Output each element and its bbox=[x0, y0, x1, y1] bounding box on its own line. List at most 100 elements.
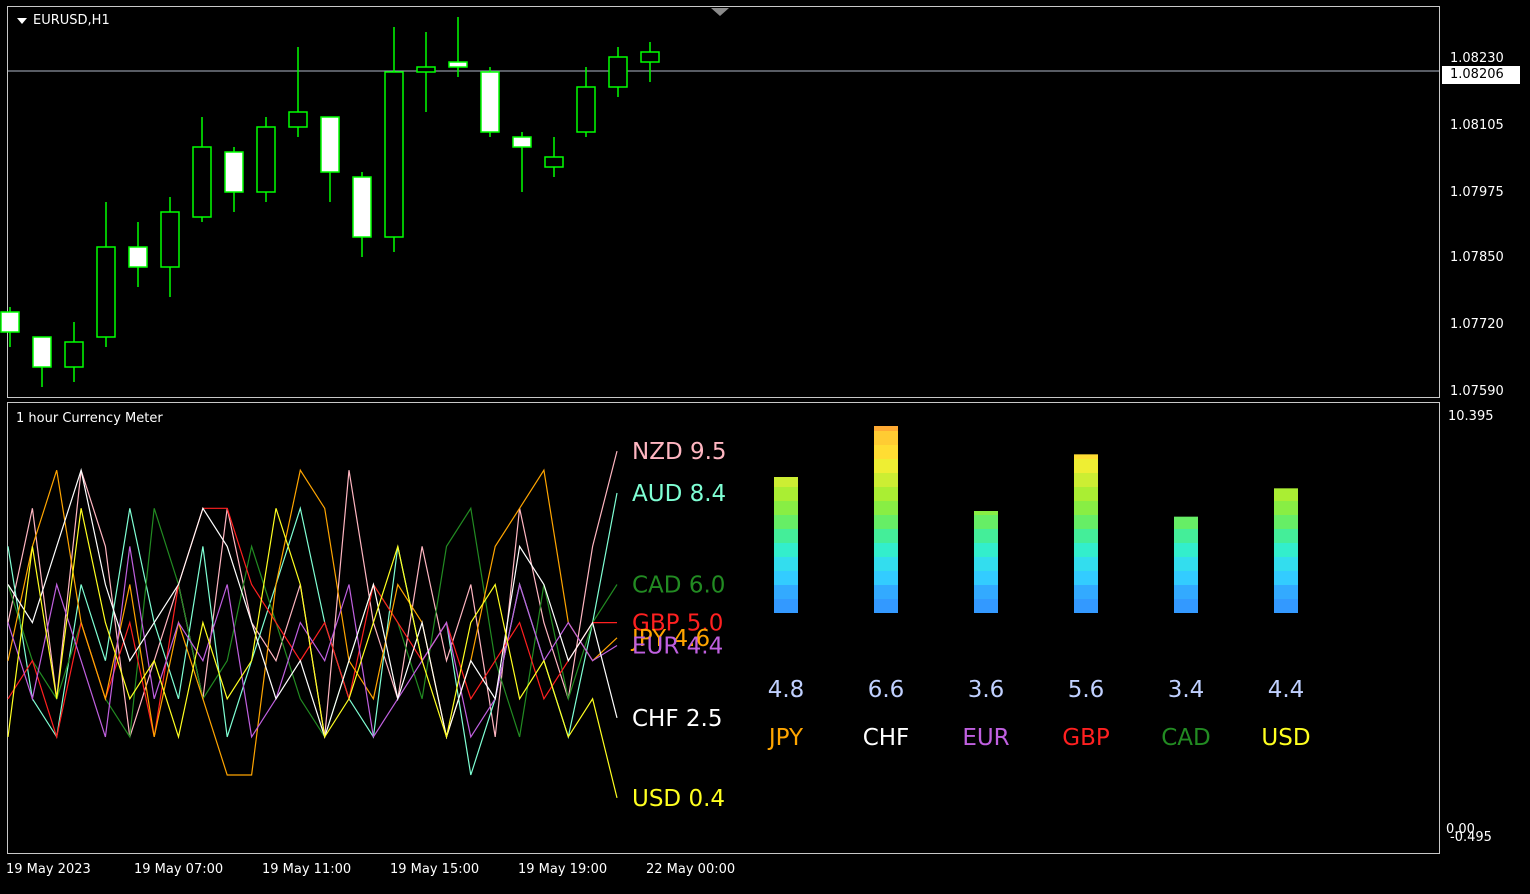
meter-bar-segment bbox=[774, 557, 798, 571]
meter-bar-category: GBP bbox=[1062, 725, 1110, 751]
chart-canvas: NZD 9.5AUD 8.4CAD 6.0GBP 5.0JPY 4.6EUR 4… bbox=[0, 17, 1439, 812]
meter-bar-segment bbox=[874, 557, 898, 571]
meter-bar-value: 5.6 bbox=[1068, 677, 1105, 703]
meter-bar-segment bbox=[874, 459, 898, 473]
meter-bar-segment bbox=[1274, 543, 1298, 557]
meter-bar-segment bbox=[874, 515, 898, 529]
meter-bar-segment bbox=[974, 571, 998, 585]
meter-bar-segment bbox=[774, 571, 798, 585]
meter-bar-category: CAD bbox=[1161, 725, 1211, 751]
indicator-axis-bottom: -0.495 bbox=[1450, 830, 1492, 845]
meter-series-cad bbox=[7, 506, 618, 739]
meter-bar-segment bbox=[774, 529, 798, 543]
candle-body bbox=[192, 146, 212, 218]
candle-body bbox=[160, 211, 180, 268]
meter-bar-segment bbox=[1074, 599, 1098, 613]
meter-bar-segment bbox=[974, 511, 998, 515]
meter-bar-segment bbox=[874, 501, 898, 515]
time-axis-label: 19 May 15:00 bbox=[390, 862, 480, 877]
meter-bar-segment bbox=[1074, 529, 1098, 543]
meter-bar-segment bbox=[974, 515, 998, 529]
meter-bar-segment bbox=[1274, 488, 1298, 501]
meter-bar-segment bbox=[1274, 585, 1298, 599]
meter-bar-segment bbox=[874, 431, 898, 445]
meter-bar-segment bbox=[1274, 501, 1298, 515]
meter-bar-segment bbox=[1174, 585, 1198, 599]
meter-bar-segment bbox=[874, 543, 898, 557]
meter-bar-segment bbox=[1174, 557, 1198, 571]
meter-bar-segment bbox=[1174, 543, 1198, 557]
indicator-axis-top: 10.395 bbox=[1448, 409, 1494, 424]
meter-bar-segment bbox=[974, 557, 998, 571]
meter-bar-segment bbox=[1174, 516, 1198, 529]
candle-body bbox=[128, 246, 148, 268]
meter-label-usd: USD 0.4 bbox=[632, 786, 725, 812]
meter-bar-segment bbox=[974, 529, 998, 543]
meter-bar-segment bbox=[1274, 515, 1298, 529]
meter-bar-segment bbox=[1074, 543, 1098, 557]
candle-body bbox=[224, 151, 244, 193]
meter-bar-segment bbox=[1174, 599, 1198, 613]
meter-bar-category: CHF bbox=[863, 725, 910, 751]
current-price-tag: 1.08206 bbox=[1442, 66, 1520, 84]
meter-bar-segment bbox=[874, 426, 898, 431]
meter-bar-segment bbox=[1174, 529, 1198, 543]
candle-body bbox=[480, 71, 500, 133]
meter-bar-segment bbox=[774, 585, 798, 599]
meter-label-eur: EUR 4.4 bbox=[632, 633, 723, 659]
meter-series-jpy bbox=[7, 468, 618, 776]
price-axis-label: 1.08230 bbox=[1450, 51, 1504, 66]
candle-body bbox=[352, 176, 372, 238]
meter-label-chf: CHF 2.5 bbox=[632, 706, 722, 732]
meter-label-nzd: NZD 9.5 bbox=[632, 439, 727, 465]
candle-body bbox=[576, 86, 596, 133]
meter-bar-segment bbox=[874, 529, 898, 543]
meter-bar-segment bbox=[774, 515, 798, 529]
meter-bar-category: USD bbox=[1261, 725, 1310, 751]
price-axis-label: 1.07850 bbox=[1450, 250, 1504, 265]
time-axis-label: 19 May 07:00 bbox=[134, 862, 224, 877]
candle-body bbox=[96, 246, 116, 338]
meter-bar-segment bbox=[874, 599, 898, 613]
meter-bar-segment bbox=[1174, 571, 1198, 585]
meter-bar-segment bbox=[874, 445, 898, 459]
meter-bar-category: JPY bbox=[767, 725, 804, 751]
meter-bar-segment bbox=[974, 599, 998, 613]
time-axis-label: 22 May 00:00 bbox=[646, 862, 736, 877]
meter-bar-segment bbox=[874, 571, 898, 585]
time-axis-label: 19 May 19:00 bbox=[518, 862, 608, 877]
meter-bar-segment bbox=[874, 473, 898, 487]
meter-bar-segment bbox=[1074, 585, 1098, 599]
candle-body bbox=[544, 156, 564, 168]
meter-label-aud: AUD 8.4 bbox=[632, 481, 726, 507]
meter-bar-segment bbox=[874, 585, 898, 599]
meter-bar-segment bbox=[974, 543, 998, 557]
candle-body bbox=[448, 61, 468, 68]
meter-bar-segment bbox=[1274, 571, 1298, 585]
meter-bar-segment bbox=[1074, 473, 1098, 487]
candle-body bbox=[64, 341, 84, 368]
meter-bar-segment bbox=[1274, 599, 1298, 613]
candle-body bbox=[416, 66, 436, 73]
meter-bar-value: 3.4 bbox=[1168, 677, 1205, 703]
meter-bar-segment bbox=[1074, 515, 1098, 529]
meter-bar-segment bbox=[1074, 487, 1098, 501]
price-axis-label: 1.07590 bbox=[1450, 384, 1504, 399]
meter-bar-segment bbox=[774, 501, 798, 515]
price-axis-label: 1.08105 bbox=[1450, 118, 1504, 133]
meter-bar-segment bbox=[874, 487, 898, 501]
meter-bar-segment bbox=[774, 599, 798, 613]
meter-bar-segment bbox=[1074, 459, 1098, 473]
candle-body bbox=[512, 136, 532, 148]
candle-body bbox=[32, 336, 52, 368]
meter-bar-segment bbox=[774, 477, 798, 487]
time-axis-label: 19 May 11:00 bbox=[262, 862, 352, 877]
meter-label-cad: CAD 6.0 bbox=[632, 572, 725, 598]
candle-body bbox=[640, 51, 660, 63]
meter-bar-value: 4.4 bbox=[1268, 677, 1305, 703]
meter-bar-value: 6.6 bbox=[868, 677, 905, 703]
candle-body bbox=[384, 71, 404, 238]
meter-bar-segment bbox=[774, 543, 798, 557]
meter-bar-segment bbox=[774, 487, 798, 501]
meter-series-usd bbox=[7, 508, 618, 799]
